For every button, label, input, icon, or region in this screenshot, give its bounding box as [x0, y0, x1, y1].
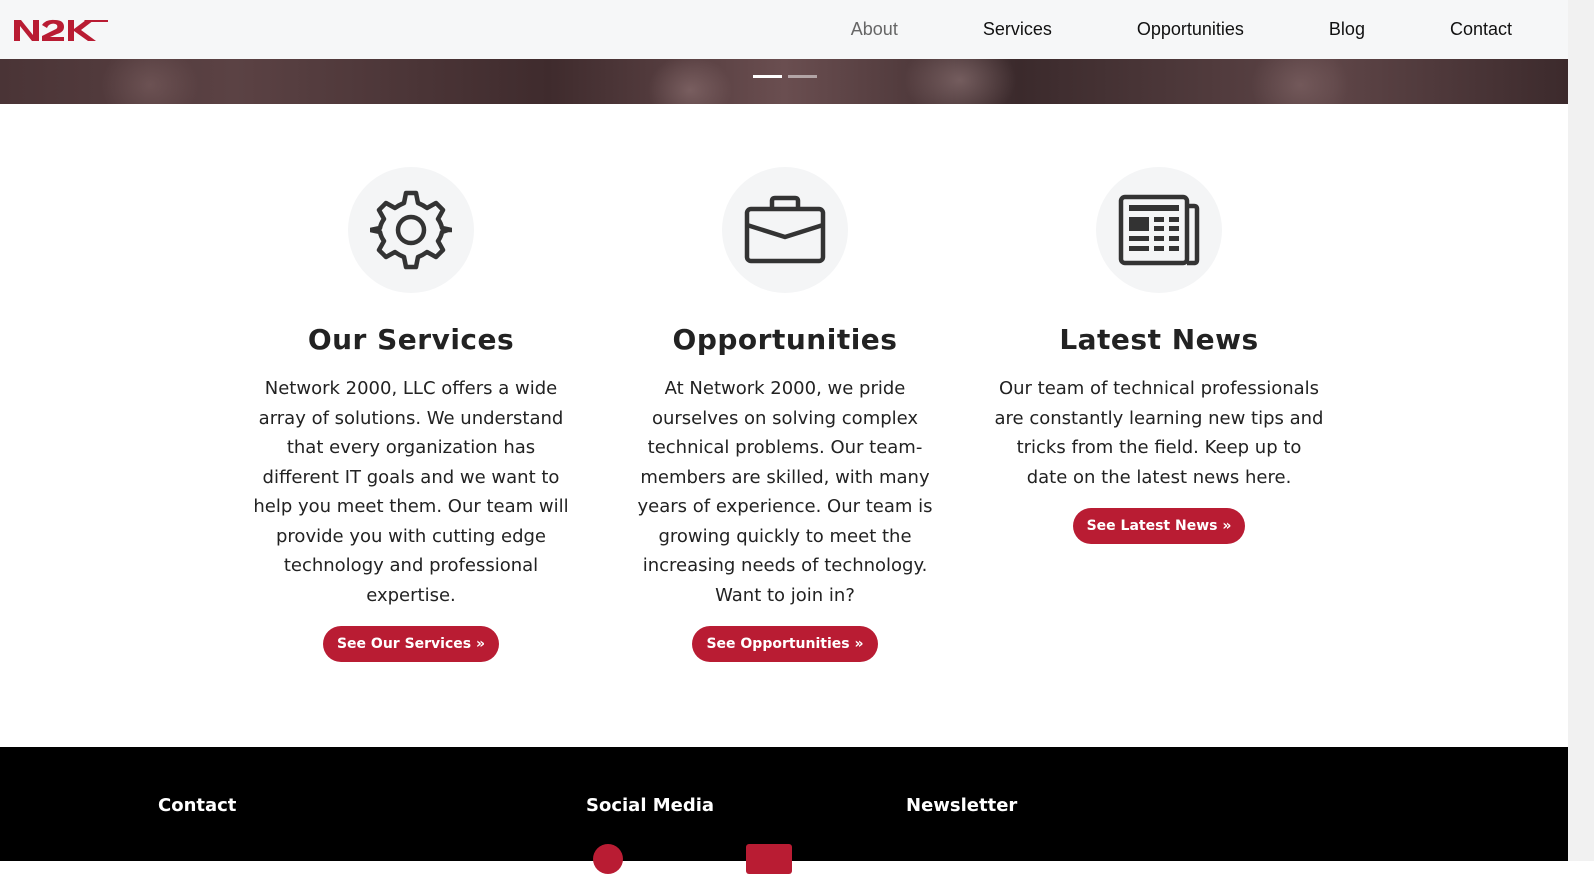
social-icon[interactable] — [746, 844, 792, 874]
newspaper-icon — [1118, 194, 1200, 266]
feature-title: Opportunities — [672, 323, 898, 356]
feature-text: Our team of technical professionals are … — [994, 378, 1324, 488]
navbar: About Services Opportunities Blog Contac… — [0, 0, 1568, 59]
footer-newsletter-heading: Newsletter — [906, 795, 1018, 816]
feature-text: At Network 2000, we pride ourselves on s… — [637, 378, 933, 606]
see-opportunities-button[interactable]: See Opportunities » — [692, 626, 878, 662]
feature-latest-news: Latest News Our team of technical profes… — [994, 167, 1324, 544]
nav-services[interactable]: Services — [983, 19, 1052, 40]
gear-icon — [370, 190, 452, 270]
nav-opportunities[interactable]: Opportunities — [1137, 19, 1244, 40]
feature-icon-circle — [1096, 167, 1222, 293]
footer-social-heading: Social Media — [586, 795, 715, 816]
social-icon[interactable] — [593, 844, 623, 874]
feature-title: Latest News — [1059, 323, 1259, 356]
see-our-services-button[interactable]: See Our Services » — [322, 626, 500, 662]
scrollbar[interactable] — [1568, 0, 1594, 861]
nav-contact[interactable]: Contact — [1450, 19, 1512, 40]
see-latest-news-button[interactable]: See Latest News » — [1072, 508, 1246, 544]
n2k-logo[interactable] — [14, 17, 108, 44]
carousel-indicators — [753, 75, 817, 78]
feature-opportunities: Opportunities At Network 2000, we pride … — [620, 167, 950, 662]
feature-our-services: Our Services Network 2000, LLC offers a … — [246, 167, 576, 662]
feature-icon-circle — [348, 167, 474, 293]
nav-about[interactable]: About — [851, 19, 898, 40]
carousel-indicator-2[interactable] — [788, 75, 817, 78]
carousel-indicator-1[interactable] — [753, 75, 782, 78]
feature-text: Network 2000, LLC offers a wide array of… — [253, 378, 569, 606]
nav-blog[interactable]: Blog — [1329, 19, 1365, 40]
feature-icon-circle — [722, 167, 848, 293]
footer-contact-heading: Contact — [158, 795, 237, 816]
nav-links: About Services Opportunities Blog Contac… — [766, 0, 1568, 59]
footer: Contact Social Media Newsletter — [0, 747, 1568, 874]
briefcase-icon — [744, 195, 826, 264]
feature-title: Our Services — [307, 323, 515, 356]
